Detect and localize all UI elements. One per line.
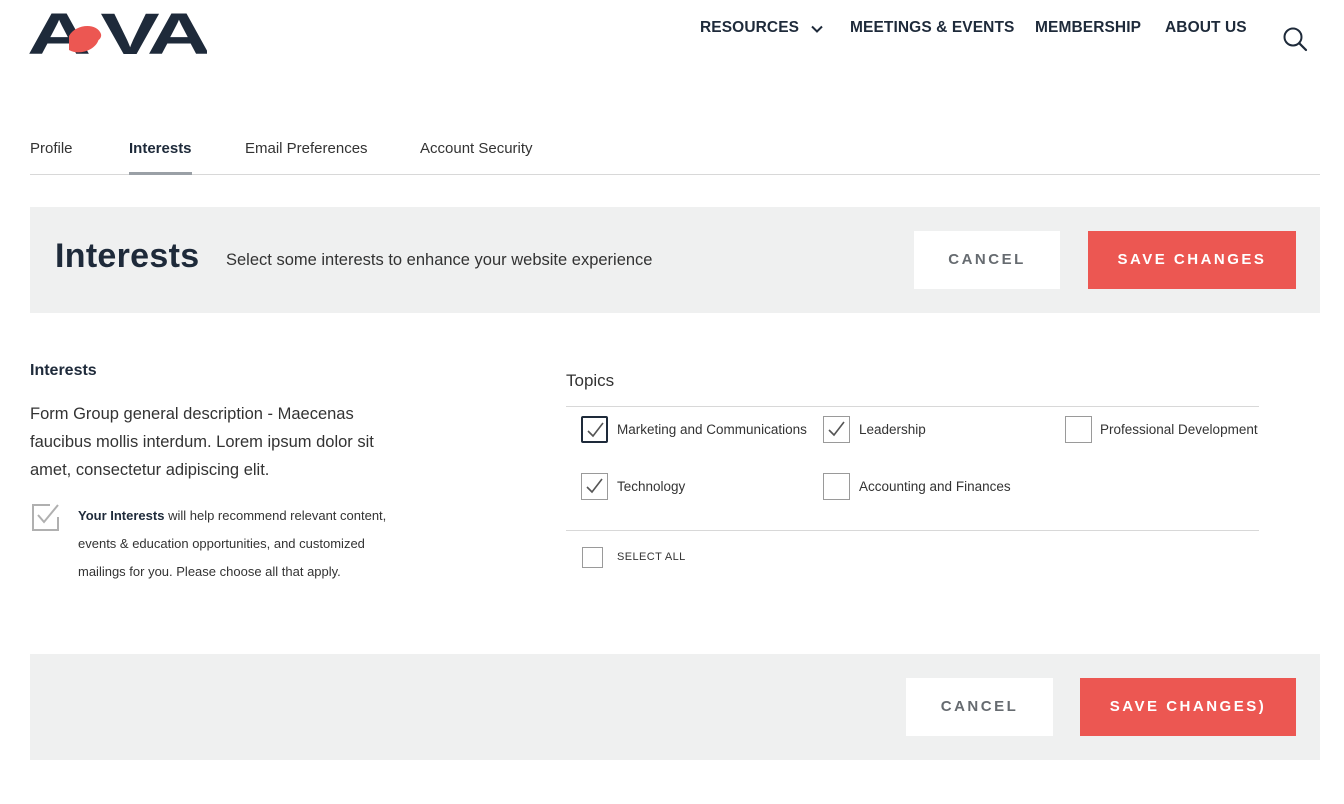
tab-profile[interactable]: Profile [30,140,73,175]
save-changes-button-bottom[interactable]: SAVE CHANGES) [1080,678,1296,736]
checkbox-label[interactable]: Technology [617,479,685,494]
nav-resources[interactable]: RESOURCES [700,19,823,37]
select-all-label[interactable]: SELECT ALL [617,551,686,563]
nav-meetings-events[interactable]: MEETINGS & EVENTS [850,19,1014,37]
cancel-button[interactable]: CANCEL [914,231,1060,289]
section-description: Form Group general description - Maecena… [30,405,374,479]
page-subtitle: Select some interests to enhance your we… [226,251,653,269]
checkbox-marketing-communications[interactable] [581,416,608,443]
checkbox-professional-development[interactable] [1065,416,1092,443]
checkbox-leadership[interactable] [823,416,850,443]
check-icon [587,422,604,438]
tab-account-security[interactable]: Account Security [420,140,533,175]
tab-email-preferences[interactable]: Email Preferences [245,140,368,175]
topics-label: Topics [566,371,615,390]
aeva-logo[interactable]: A VA [27,2,214,67]
checkbox-check-icon [30,501,62,533]
save-changes-button[interactable]: SAVE CHANGES [1088,231,1296,289]
divider [566,406,1259,407]
chevron-down-icon [811,22,823,34]
svg-text:A VA: A VA [27,6,207,56]
interests-note: Your Interests will help recommend relev… [78,502,388,586]
nav-about-us[interactable]: ABOUT US [1165,19,1247,37]
page-title: Interests [55,237,200,275]
profile-tabs: Profile Interests Email Preferences Acco… [30,140,1320,175]
checkbox-label[interactable]: Professional Development [1100,422,1258,437]
search-icon[interactable] [1282,26,1308,52]
nav-resources-label: RESOURCES [700,19,800,36]
checkbox-label[interactable]: Marketing and Communications [617,422,807,437]
nav-membership[interactable]: MEMBERSHIP [1035,19,1141,37]
section-heading: Interests [30,362,97,379]
interests-header-panel: Interests Select some interests to enhan… [30,207,1320,313]
checkbox-label[interactable]: Accounting and Finances [859,479,1011,494]
tab-interests[interactable]: Interests [129,140,192,175]
checkbox-label[interactable]: Leadership [859,422,926,437]
checkbox-technology[interactable] [581,473,608,500]
check-icon [586,478,603,494]
cancel-button-bottom[interactable]: CANCEL [906,678,1053,736]
check-icon [828,421,845,437]
checkbox-accounting-finances[interactable] [823,473,850,500]
divider [566,530,1259,531]
checkbox-select-all[interactable] [582,547,603,568]
note-bold: Your Interests [78,508,165,523]
actions-footer-panel: CANCEL SAVE CHANGES) [30,654,1320,760]
